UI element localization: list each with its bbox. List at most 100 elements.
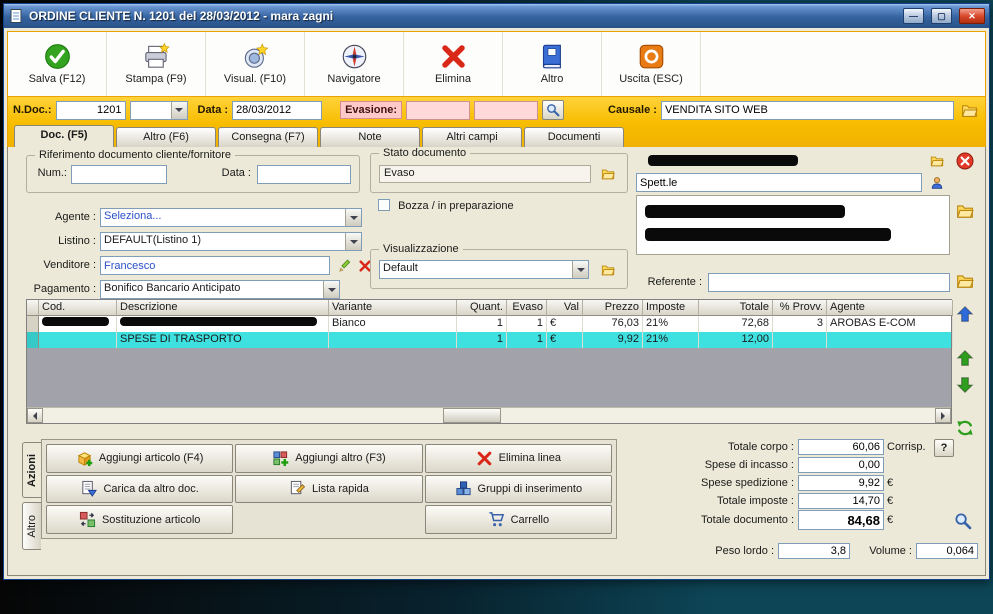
- table-row[interactable]: Bianco 1 1 € 76,03 21% 72,68 3 AROBAS E-…: [27, 316, 953, 332]
- scrollbar-thumb[interactable]: [443, 408, 501, 423]
- tab-documenti[interactable]: Documenti: [524, 127, 624, 147]
- ndoc-input[interactable]: [55, 100, 126, 120]
- col-header-quant[interactable]: Quant.: [457, 300, 507, 316]
- col-header-variante[interactable]: Variante: [329, 300, 457, 316]
- referente-input[interactable]: [708, 273, 950, 292]
- col-header-val[interactable]: Val: [547, 300, 583, 316]
- tab-doc[interactable]: Doc. (F5): [14, 125, 114, 147]
- col-header-imposte[interactable]: Imposte: [643, 300, 699, 316]
- contact-person-button[interactable]: [926, 173, 948, 193]
- evasione-from-input[interactable]: [406, 100, 471, 120]
- help-button[interactable]: ?: [934, 439, 954, 457]
- col-header-agente[interactable]: Agente: [827, 300, 953, 316]
- customer-card-folder-button[interactable]: [954, 201, 976, 221]
- col-header-evaso[interactable]: Evaso: [507, 300, 547, 316]
- visualizzazione-folder-button[interactable]: [597, 260, 619, 280]
- vertical-tab-azioni[interactable]: Azioni: [22, 442, 41, 498]
- stato-folder-button[interactable]: [597, 164, 619, 184]
- visualizzazione-combo[interactable]: Default: [379, 260, 589, 279]
- spese-incasso-input[interactable]: [798, 457, 884, 473]
- venditore-edit-button[interactable]: [334, 256, 356, 276]
- refresh-rows-button[interactable]: [954, 418, 976, 438]
- cell-val: €: [547, 316, 583, 332]
- sostituzione-articolo-button[interactable]: Sostituzione articolo: [46, 505, 234, 534]
- chevron-down-icon[interactable]: [572, 261, 588, 278]
- close-button[interactable]: ✕: [959, 8, 985, 24]
- evasione-to-input[interactable]: [474, 100, 539, 120]
- aggiungi-altro-button[interactable]: Aggiungi altro (F3): [235, 444, 423, 473]
- elimina-label: Elimina: [434, 73, 472, 85]
- altro-button[interactable]: Altro: [503, 32, 602, 96]
- tab-altri-campi[interactable]: Altri campi: [422, 127, 522, 147]
- venditore-label: Venditore :: [43, 259, 96, 271]
- listino-combo[interactable]: DEFAULT(Listino 1): [100, 232, 362, 251]
- chevron-down-icon[interactable]: [170, 101, 187, 119]
- green-arrow-down-icon: [956, 376, 974, 394]
- data-input[interactable]: [232, 100, 323, 120]
- col-header-totale[interactable]: Totale: [699, 300, 773, 316]
- cell-variante: Bianco: [329, 316, 457, 332]
- chevron-down-icon[interactable]: [323, 281, 339, 298]
- gruppi-di-inserimento-button[interactable]: Gruppi di inserimento: [424, 474, 612, 504]
- scrollbar-track[interactable]: [43, 408, 935, 423]
- maximize-button[interactable]: ▢: [931, 8, 952, 24]
- elimina-button[interactable]: Elimina: [404, 32, 503, 96]
- uscita-button[interactable]: Uscita (ESC): [602, 32, 701, 96]
- customer-address-box[interactable]: [636, 195, 950, 255]
- causale-input[interactable]: [660, 100, 954, 120]
- venditore-input[interactable]: [100, 256, 330, 275]
- scroll-down-button[interactable]: [954, 375, 976, 395]
- aggiungi-articolo-button[interactable]: Aggiungi articolo (F4): [46, 444, 234, 473]
- stampa-button[interactable]: Stampa (F9): [107, 32, 206, 96]
- totale-documento-input[interactable]: [798, 510, 884, 530]
- scroll-right-arrow[interactable]: [935, 408, 951, 423]
- visual-button[interactable]: Visual. (F10): [206, 32, 305, 96]
- tab-altro[interactable]: Altro (F6): [116, 127, 216, 147]
- col-header-cod[interactable]: Cod.: [39, 300, 117, 316]
- chevron-down-icon[interactable]: [345, 233, 361, 250]
- evasione-search-button[interactable]: [542, 100, 565, 120]
- carica-da-altro-doc-button[interactable]: Carica da altro doc.: [46, 474, 234, 504]
- col-header-provv[interactable]: % Provv.: [773, 300, 827, 316]
- cell-descrizione: [117, 316, 329, 332]
- printer-icon: [143, 43, 170, 70]
- col-header-prezzo[interactable]: Prezzo: [583, 300, 643, 316]
- lista-rapida-button[interactable]: Lista rapida: [235, 474, 423, 504]
- totals-search-button[interactable]: [952, 511, 974, 531]
- move-row-up-button[interactable]: [954, 304, 976, 324]
- salva-button[interactable]: Salva (F12): [8, 32, 107, 96]
- minimize-button[interactable]: —: [903, 8, 924, 24]
- col-header-descrizione[interactable]: Descrizione: [117, 300, 329, 316]
- rif-data-input[interactable]: [257, 165, 351, 184]
- scroll-left-arrow[interactable]: [27, 408, 43, 423]
- customer-folder-button[interactable]: [926, 151, 948, 171]
- pagamento-combo[interactable]: Bonifico Bancario Anticipato: [100, 280, 340, 299]
- spese-spedizione-input[interactable]: [798, 475, 884, 491]
- volume-input[interactable]: [916, 543, 978, 559]
- tab-consegna[interactable]: Consegna (F7): [218, 127, 318, 147]
- totale-imposte-input[interactable]: [798, 493, 884, 509]
- chevron-down-icon[interactable]: [345, 209, 361, 226]
- elimina-linea-button[interactable]: Elimina linea: [424, 444, 612, 473]
- num-input[interactable]: [71, 165, 167, 184]
- pencil-icon: [338, 259, 352, 273]
- navigatore-button[interactable]: Navigatore: [305, 32, 404, 96]
- causale-folder-button[interactable]: [958, 100, 980, 120]
- scroll-up-button[interactable]: [954, 348, 976, 368]
- agente-combo[interactable]: Seleziona...: [100, 208, 362, 227]
- spettle-input[interactable]: [636, 173, 922, 192]
- clear-customer-button[interactable]: [954, 151, 976, 171]
- referente-folder-button[interactable]: [954, 271, 976, 291]
- redacted-customer-name: [648, 155, 798, 166]
- totale-corpo-input[interactable]: [798, 439, 884, 455]
- horizontal-scrollbar[interactable]: [27, 407, 951, 423]
- col-header-selector[interactable]: [27, 300, 39, 316]
- tab-note[interactable]: Note: [320, 127, 420, 147]
- table-row-selected[interactable]: SPESE DI TRASPORTO 1 1 € 9,92 21% 12,00: [27, 332, 953, 348]
- doc-type-combo[interactable]: [129, 100, 188, 120]
- titlebar[interactable]: ORDINE CLIENTE N. 1201 del 28/03/2012 - …: [4, 4, 989, 28]
- peso-lordo-input[interactable]: [778, 543, 850, 559]
- bozza-checkbox[interactable]: [378, 199, 390, 211]
- carrello-button[interactable]: Carrello: [424, 505, 612, 534]
- vertical-tab-altro[interactable]: Altro: [22, 502, 41, 550]
